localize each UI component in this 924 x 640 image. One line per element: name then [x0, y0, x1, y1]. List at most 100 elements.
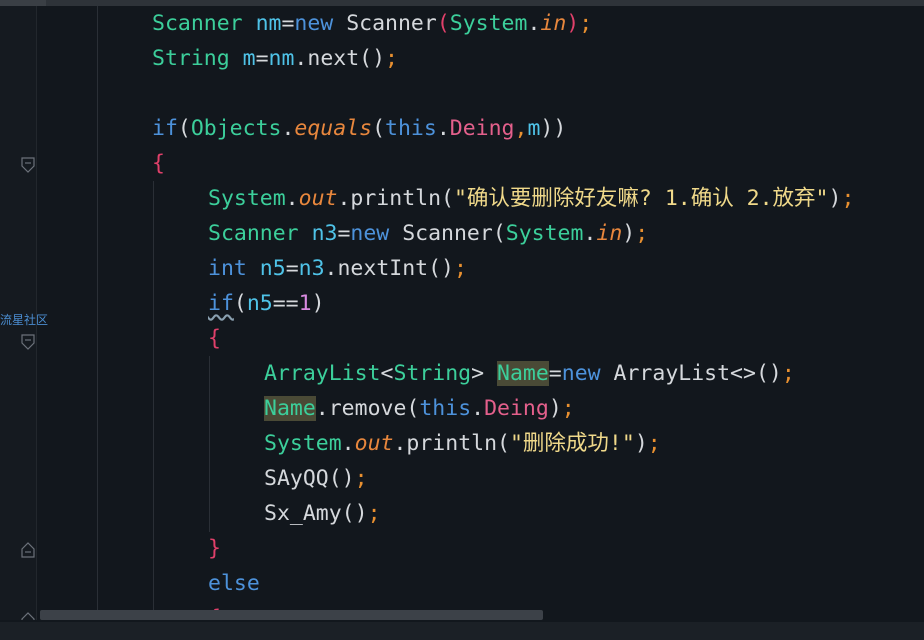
- code-line[interactable]: else: [0, 566, 924, 601]
- code-token: Scanner: [402, 221, 493, 246]
- code-token: =: [281, 11, 295, 36]
- code-editor[interactable]: Scanner nm=new Scanner(System.in); String…: [0, 6, 924, 636]
- code-token: ;: [781, 361, 795, 386]
- code-line[interactable]: System.out.println("确认要删除好友嘛? 1.确认 2.放弃"…: [0, 181, 924, 216]
- code-token: (: [177, 116, 191, 141]
- code-token: new: [294, 11, 334, 36]
- code-token: n3: [298, 256, 325, 281]
- code-token: equals: [294, 116, 373, 141]
- code-line[interactable]: [0, 76, 924, 111]
- code-token: ): [622, 221, 636, 246]
- code-line[interactable]: if(Objects.equals(this.Deing,m)): [0, 111, 924, 146]
- code-token: nextInt: [337, 256, 429, 281]
- code-token: ,: [514, 116, 528, 141]
- code-token: remove: [328, 396, 407, 421]
- code-line[interactable]: Name.remove(this.Deing);: [0, 391, 924, 426]
- code-token: n3: [311, 221, 338, 246]
- code-token: (: [436, 11, 450, 36]
- code-token: String: [393, 361, 472, 386]
- code-token: "确认要删除好友嘛? 1.确认 2.放弃": [453, 186, 829, 211]
- code-line[interactable]: {: [0, 321, 924, 356]
- code-token: SAyQQ: [264, 466, 329, 491]
- code-token: in: [596, 221, 623, 246]
- code-token: System: [505, 221, 584, 246]
- code-line[interactable]: if(n5==1): [0, 286, 924, 321]
- code-line[interactable]: {: [0, 146, 924, 181]
- code-token: }: [208, 536, 221, 561]
- code-token: {: [208, 326, 221, 351]
- code-token: (: [406, 396, 420, 421]
- code-token: ): [634, 431, 648, 456]
- code-token: Sx_Amy: [264, 501, 342, 526]
- code-token: .: [337, 186, 351, 211]
- code-line[interactable]: Scanner n3=new Scanner(System.in);: [0, 216, 924, 251]
- code-token: ;: [453, 256, 467, 281]
- code-token: =: [548, 361, 562, 386]
- code-token: ): [548, 396, 562, 421]
- code-token: (: [492, 221, 506, 246]
- code-token: n5: [259, 256, 286, 281]
- code-line[interactable]: Sx_Amy();: [0, 496, 924, 531]
- code-token: ;: [561, 396, 575, 421]
- code-token: (: [372, 116, 386, 141]
- code-token: .: [341, 431, 355, 456]
- code-line[interactable]: ArrayList<String> Name=new ArrayList<>()…: [0, 356, 924, 391]
- code-token: System: [208, 186, 286, 211]
- code-token: out: [298, 186, 338, 211]
- code-token: int: [208, 256, 247, 281]
- code-token: .: [583, 221, 597, 246]
- code-token: ==: [272, 291, 299, 316]
- code-token: println: [406, 431, 498, 456]
- code-line[interactable]: SAyQQ();: [0, 461, 924, 496]
- code-token: Name: [497, 361, 549, 386]
- code-token: ): [828, 186, 842, 211]
- code-line[interactable]: String m=nm.next();: [0, 41, 924, 76]
- code-token: .: [285, 186, 299, 211]
- code-line[interactable]: System.out.println("删除成功!");: [0, 426, 924, 461]
- code-token: ;: [841, 186, 855, 211]
- code-token: )): [540, 116, 567, 141]
- code-token: (: [441, 186, 454, 211]
- code-token: Objects: [190, 116, 282, 141]
- code-token: (: [233, 291, 247, 316]
- code-token: ;: [579, 11, 593, 36]
- code-token: System: [449, 11, 528, 36]
- code-token: .: [281, 116, 295, 141]
- code-line[interactable]: }: [0, 531, 924, 566]
- code-token: out: [354, 431, 394, 456]
- code-token: nm: [268, 46, 295, 71]
- code-token: <>: [730, 361, 756, 386]
- code-token: next: [307, 46, 360, 71]
- code-token: ): [566, 11, 580, 36]
- code-token: m: [242, 46, 256, 71]
- code-line[interactable]: int n5=n3.nextInt();: [0, 251, 924, 286]
- code-token: Name: [264, 396, 316, 421]
- code-token: this: [419, 396, 472, 421]
- code-token: new: [561, 361, 601, 386]
- code-token: ;: [647, 431, 661, 456]
- code-token: .: [471, 396, 485, 421]
- code-token: new: [350, 221, 390, 246]
- code-token: (): [755, 361, 782, 386]
- code-token: =: [285, 256, 299, 281]
- code-token: else: [208, 571, 260, 596]
- code-token: .: [324, 256, 338, 281]
- code-token: this: [385, 116, 437, 141]
- code-token: {: [152, 151, 165, 176]
- code-token: =: [255, 46, 269, 71]
- code-token: System: [264, 431, 342, 456]
- code-token: (): [341, 501, 368, 526]
- code-token: if: [152, 116, 178, 141]
- code-line[interactable]: Scanner nm=new Scanner(System.in);: [0, 6, 924, 41]
- code-token: ArrayList: [264, 361, 381, 386]
- code-token: .: [436, 116, 450, 141]
- code-token: =: [337, 221, 351, 246]
- scrollbar-thumb[interactable]: [40, 610, 543, 620]
- code-token: Scanner: [346, 11, 437, 36]
- code-token: (): [328, 466, 355, 491]
- code-token: .: [294, 46, 308, 71]
